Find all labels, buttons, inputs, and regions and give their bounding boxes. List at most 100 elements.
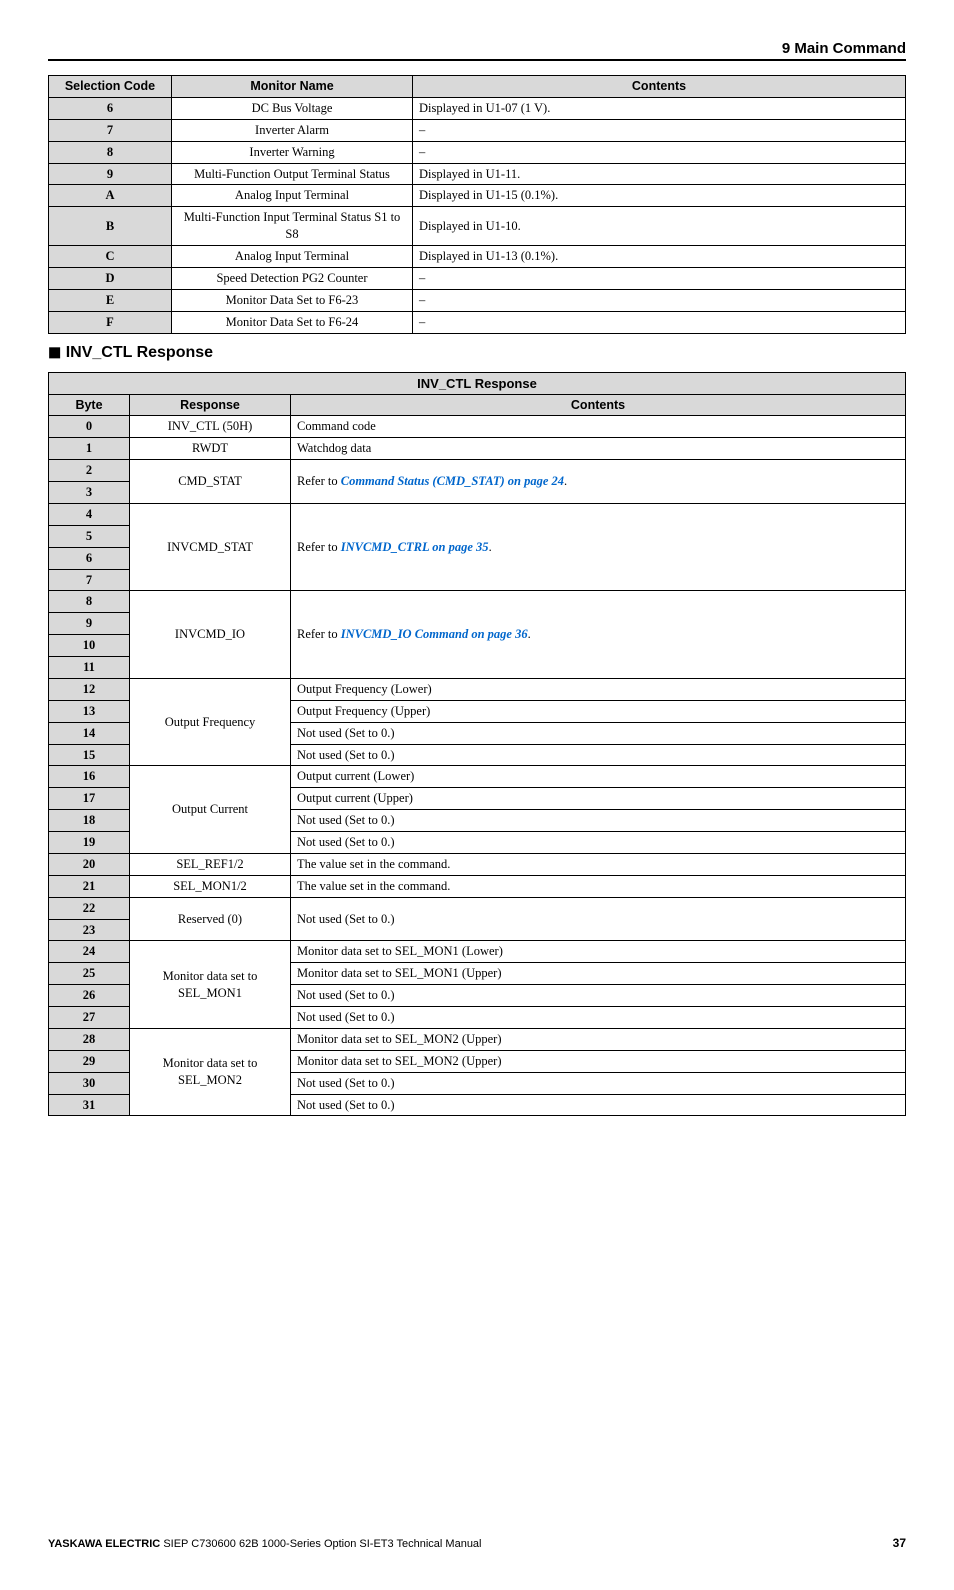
- contents-cell: Not used (Set to 0.): [291, 1072, 906, 1094]
- inv-ctl-response-table: Byte Response Contents 0INV_CTL (50H)Com…: [48, 394, 906, 1117]
- byte-cell: 10: [49, 635, 130, 657]
- selection-code-table: Selection Code Monitor Name Contents 6DC…: [48, 75, 906, 334]
- monitor-name-cell: Monitor Data Set to F6-24: [172, 311, 413, 333]
- section-heading-text: INV_CTL Response: [66, 344, 213, 361]
- byte-cell: 8: [49, 591, 130, 613]
- selection-code-cell: 6: [49, 97, 172, 119]
- byte-cell: 31: [49, 1094, 130, 1116]
- page-section-header: 9 Main Command: [48, 40, 906, 57]
- contents-cell: The value set in the command.: [291, 853, 906, 875]
- contents-cell: Monitor data set to SEL_MON2 (Upper): [291, 1028, 906, 1050]
- monitor-name-cell: Analog Input Terminal: [172, 185, 413, 207]
- byte-cell: 20: [49, 853, 130, 875]
- contents-cell: Not used (Set to 0.): [291, 810, 906, 832]
- contents-cell: Monitor data set to SEL_MON1 (Upper): [291, 963, 906, 985]
- byte-cell: 29: [49, 1050, 130, 1072]
- byte-cell: 7: [49, 569, 130, 591]
- monitor-name-cell: Analog Input Terminal: [172, 246, 413, 268]
- ref-prefix: Refer to: [297, 540, 341, 554]
- cross-reference-link[interactable]: INVCMD_IO Command on page 36: [341, 627, 528, 641]
- inv-ctl-response-caption: INV_CTL Response: [48, 372, 906, 394]
- contents-cell: Refer to INVCMD_IO Command on page 36.: [291, 591, 906, 679]
- col-contents2: Contents: [291, 394, 906, 416]
- contents-cell: –: [413, 119, 906, 141]
- byte-cell: 15: [49, 744, 130, 766]
- byte-cell: 13: [49, 700, 130, 722]
- footer-page-number: 37: [893, 1536, 906, 1550]
- contents-cell: Not used (Set to 0.): [291, 897, 906, 941]
- contents-cell: Displayed in U1-07 (1 V).: [413, 97, 906, 119]
- selection-code-cell: A: [49, 185, 172, 207]
- ref-prefix: Refer to: [297, 474, 341, 488]
- contents-cell: Not used (Set to 0.): [291, 744, 906, 766]
- byte-cell: 12: [49, 678, 130, 700]
- monitor-name-cell: Monitor Data Set to F6-23: [172, 289, 413, 311]
- table-row: 16Output CurrentOutput current (Lower): [49, 766, 906, 788]
- footer-doc: SIEP C730600 62B 1000-Series Option SI-E…: [160, 1538, 481, 1550]
- selection-code-cell: B: [49, 207, 172, 246]
- byte-cell: 1: [49, 438, 130, 460]
- cross-reference-link[interactable]: Command Status (CMD_STAT) on page 24: [341, 474, 564, 488]
- selection-code-cell: C: [49, 246, 172, 268]
- byte-cell: 25: [49, 963, 130, 985]
- table-row: 6DC Bus VoltageDisplayed in U1-07 (1 V).: [49, 97, 906, 119]
- response-cell: SEL_REF1/2: [130, 853, 291, 875]
- byte-cell: 19: [49, 832, 130, 854]
- page-footer: YASKAWA ELECTRIC SIEP C730600 62B 1000-S…: [48, 1536, 906, 1550]
- contents-cell: –: [413, 267, 906, 289]
- col-monitor-name: Monitor Name: [172, 76, 413, 98]
- byte-cell: 27: [49, 1007, 130, 1029]
- contents-cell: Refer to INVCMD_CTRL on page 35.: [291, 503, 906, 591]
- contents-cell: Monitor data set to SEL_MON1 (Lower): [291, 941, 906, 963]
- monitor-name-cell: Speed Detection PG2 Counter: [172, 267, 413, 289]
- col-response: Response: [130, 394, 291, 416]
- contents-cell: The value set in the command.: [291, 875, 906, 897]
- byte-cell: 0: [49, 416, 130, 438]
- byte-cell: 11: [49, 657, 130, 679]
- inv-ctl-response-heading: ◼ INV_CTL Response: [48, 342, 906, 362]
- table-row: FMonitor Data Set to F6-24–: [49, 311, 906, 333]
- byte-cell: 26: [49, 985, 130, 1007]
- response-cell: Monitor data set to SEL_MON1: [130, 941, 291, 1029]
- byte-cell: 22: [49, 897, 130, 919]
- monitor-name-cell: Multi-Function Output Terminal Status: [172, 163, 413, 185]
- response-cell: RWDT: [130, 438, 291, 460]
- selection-code-cell: 9: [49, 163, 172, 185]
- table-row: DSpeed Detection PG2 Counter–: [49, 267, 906, 289]
- byte-cell: 2: [49, 460, 130, 482]
- contents-cell: Refer to Command Status (CMD_STAT) on pa…: [291, 460, 906, 504]
- byte-cell: 28: [49, 1028, 130, 1050]
- byte-cell: 5: [49, 525, 130, 547]
- contents-cell: Displayed in U1-15 (0.1%).: [413, 185, 906, 207]
- contents-cell: –: [413, 311, 906, 333]
- byte-cell: 18: [49, 810, 130, 832]
- contents-cell: Command code: [291, 416, 906, 438]
- table-row: 21SEL_MON1/2The value set in the command…: [49, 875, 906, 897]
- table-row: CAnalog Input TerminalDisplayed in U1-13…: [49, 246, 906, 268]
- response-cell: Output Current: [130, 766, 291, 854]
- byte-cell: 16: [49, 766, 130, 788]
- contents-cell: Not used (Set to 0.): [291, 722, 906, 744]
- contents-cell: Output Frequency (Upper): [291, 700, 906, 722]
- byte-cell: 24: [49, 941, 130, 963]
- cross-reference-link[interactable]: INVCMD_CTRL on page 35: [341, 540, 489, 554]
- table-row: 0INV_CTL (50H)Command code: [49, 416, 906, 438]
- ref-suffix: .: [564, 474, 567, 488]
- contents-cell: Not used (Set to 0.): [291, 832, 906, 854]
- ref-suffix: .: [528, 627, 531, 641]
- contents-cell: Not used (Set to 0.): [291, 1007, 906, 1029]
- ref-suffix: .: [489, 540, 492, 554]
- monitor-name-cell: Multi-Function Input Terminal Status S1 …: [172, 207, 413, 246]
- table-row: 7Inverter Alarm–: [49, 119, 906, 141]
- square-bullet-icon: ◼: [48, 344, 61, 361]
- selection-code-cell: 8: [49, 141, 172, 163]
- monitor-name-cell: Inverter Alarm: [172, 119, 413, 141]
- col-selection-code: Selection Code: [49, 76, 172, 98]
- selection-code-cell: D: [49, 267, 172, 289]
- table-row: 22Reserved (0)Not used (Set to 0.): [49, 897, 906, 919]
- monitor-name-cell: Inverter Warning: [172, 141, 413, 163]
- col-byte: Byte: [49, 394, 130, 416]
- byte-cell: 21: [49, 875, 130, 897]
- byte-cell: 14: [49, 722, 130, 744]
- response-cell: SEL_MON1/2: [130, 875, 291, 897]
